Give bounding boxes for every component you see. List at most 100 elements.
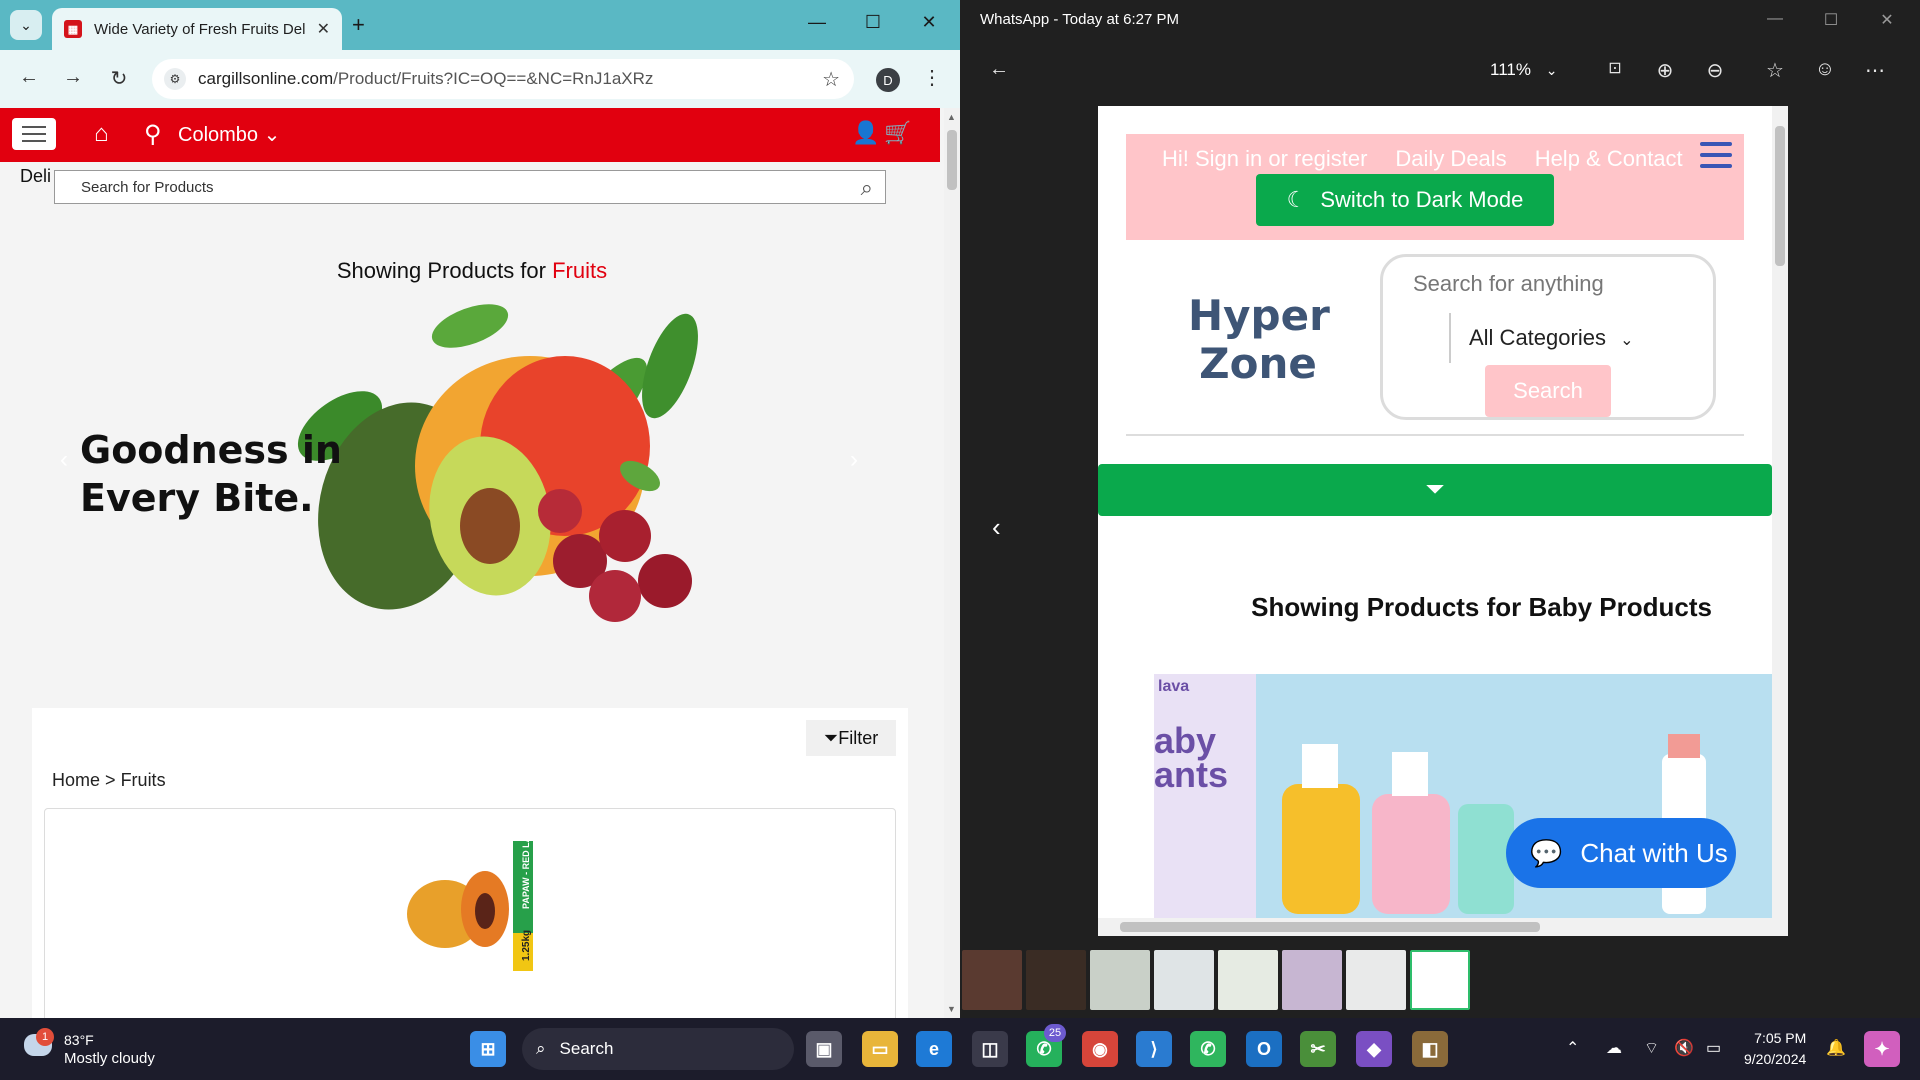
viewer-minimize-button[interactable]: — bbox=[1760, 10, 1790, 28]
hz-filter-bar[interactable]: ⏷ bbox=[1098, 464, 1772, 516]
viewer-maximize-button[interactable]: ☐ bbox=[1816, 10, 1846, 30]
zoom-level-dropdown[interactable]: 111% ⌄ bbox=[1490, 60, 1557, 80]
home-icon[interactable]: ⌂ bbox=[94, 120, 109, 148]
outlook-icon[interactable]: O bbox=[1246, 1031, 1282, 1067]
filter-button[interactable]: ⏷ Filter bbox=[806, 720, 896, 756]
product-search-input[interactable]: Search for Products ⌕ bbox=[54, 170, 886, 204]
maximize-button[interactable]: ☐ bbox=[858, 12, 888, 33]
profile-avatar[interactable]: D bbox=[876, 68, 900, 92]
hz-menu-icon[interactable] bbox=[1700, 142, 1732, 168]
wifi-icon[interactable]: ⌔ bbox=[1644, 1038, 1659, 1058]
file-explorer-icon[interactable]: ▭ bbox=[862, 1031, 898, 1067]
scroll-thumb[interactable] bbox=[947, 130, 957, 190]
close-tab-icon[interactable]: ✕ bbox=[317, 19, 330, 39]
zoom-out-icon[interactable]: ⊖ bbox=[1700, 58, 1730, 83]
chevron-down-icon: ⌄ bbox=[263, 124, 281, 146]
scroll-down-icon[interactable]: ▼ bbox=[947, 1004, 956, 1014]
chevron-down-icon: ⌄ bbox=[1545, 62, 1558, 78]
viewer-titlebar: WhatsApp - Today at 6:27 PM — ☐ ✕ bbox=[960, 0, 1920, 40]
filmstrip-thumb[interactable] bbox=[1346, 950, 1406, 1010]
location-pin-icon[interactable]: ⚲ bbox=[144, 120, 162, 149]
favorite-star-icon[interactable]: ☆ bbox=[1760, 58, 1790, 83]
address-bar[interactable]: ⚙ cargillsonline.com/Product/Fruits?IC=O… bbox=[152, 59, 854, 99]
tray-overflow-icon[interactable]: ⌃ bbox=[1566, 1038, 1579, 1058]
chrome-icon[interactable]: ◉ bbox=[1082, 1031, 1118, 1067]
hz-category-select[interactable]: All Categories ⌄ bbox=[1469, 325, 1633, 351]
menu-button[interactable] bbox=[12, 118, 56, 150]
back-button[interactable]: ← bbox=[14, 66, 44, 89]
city-selector[interactable]: Colombo ⌄ bbox=[178, 122, 280, 147]
filmstrip-thumb[interactable] bbox=[1218, 950, 1278, 1010]
filmstrip-thumb-active[interactable] bbox=[1410, 950, 1470, 1010]
viewer-back-icon[interactable]: ← bbox=[984, 58, 1014, 81]
weather-temp: 83°F bbox=[64, 1032, 94, 1048]
snipping-tool-icon[interactable]: ✂ bbox=[1300, 1031, 1336, 1067]
hz-search-button[interactable]: Search bbox=[1485, 365, 1611, 417]
carousel-prev-icon[interactable]: ‹ bbox=[60, 446, 68, 474]
user-icon[interactable]: 👤 bbox=[852, 120, 879, 146]
reload-button[interactable]: ↻ bbox=[104, 66, 134, 91]
city-name: Colombo bbox=[178, 124, 259, 146]
brand-line-2: Zone bbox=[1199, 339, 1317, 388]
actual-size-icon[interactable]: ⊡ bbox=[1600, 58, 1630, 78]
scroll-up-icon[interactable]: ▲ bbox=[947, 112, 956, 122]
viewer-close-button[interactable]: ✕ bbox=[1872, 10, 1902, 30]
battery-icon[interactable]: ▭ bbox=[1706, 1038, 1721, 1058]
filmstrip-thumb[interactable] bbox=[1090, 950, 1150, 1010]
carousel-next-icon[interactable]: › bbox=[850, 446, 858, 474]
chrome-menu-icon[interactable]: ⋮ bbox=[922, 65, 942, 90]
cart-icon[interactable]: 🛒 bbox=[884, 120, 911, 146]
page-scrollbar[interactable]: ▲ ▼ bbox=[944, 108, 960, 1018]
tab-search-button[interactable]: ⌄ bbox=[10, 10, 42, 40]
site-info-icon[interactable]: ⚙ bbox=[164, 68, 186, 90]
taskbar-search[interactable]: ⌕ Search bbox=[522, 1028, 794, 1070]
dark-mode-button[interactable]: ☾ Switch to Dark Mode bbox=[1256, 174, 1554, 226]
hz-help-link[interactable]: Help & Contact bbox=[1535, 146, 1683, 172]
tab-strip: ⌄ ▦ Wide Variety of Fresh Fruits Del ✕ +… bbox=[0, 0, 960, 50]
image-hscroll-thumb[interactable] bbox=[1120, 922, 1540, 932]
notification-bell-icon[interactable]: 🔔 bbox=[1826, 1038, 1846, 1058]
hz-search-input[interactable]: Search for anything bbox=[1413, 271, 1604, 297]
whatsapp-web-icon[interactable]: ✆ bbox=[1190, 1031, 1226, 1067]
more-options-icon[interactable]: ⋯ bbox=[1860, 58, 1890, 83]
active-tab[interactable]: ▦ Wide Variety of Fresh Fruits Del ✕ bbox=[52, 8, 342, 50]
copilot-icon[interactable]: ✦ bbox=[1864, 1031, 1900, 1067]
smiley-icon[interactable]: ☺ bbox=[1810, 58, 1840, 81]
bookmark-star-icon[interactable]: ☆ bbox=[822, 67, 840, 92]
app-icon[interactable]: ◧ bbox=[1412, 1031, 1448, 1067]
previous-image-icon[interactable]: ‹ bbox=[992, 512, 1001, 543]
start-windows-icon[interactable]: ⊞ bbox=[470, 1031, 506, 1067]
product-weight-tag: 1.25kg bbox=[521, 929, 532, 961]
product-listing-card: ⏷ Filter Home > Fruits PAPAW - RED LADY 1… bbox=[32, 708, 908, 1018]
onedrive-icon[interactable]: ☁ bbox=[1606, 1038, 1622, 1058]
vscode-icon[interactable]: ⟩ bbox=[1136, 1031, 1172, 1067]
hz-daily-deals-link[interactable]: Daily Deals bbox=[1395, 146, 1506, 172]
filmstrip-thumb[interactable] bbox=[962, 950, 1022, 1010]
breadcrumb-home[interactable]: Home bbox=[52, 770, 100, 790]
store-icon[interactable]: ◫ bbox=[972, 1031, 1008, 1067]
image-vscrollbar[interactable] bbox=[1772, 106, 1788, 918]
system-clock[interactable]: 7:05 PM 9/20/2024 bbox=[1744, 1028, 1806, 1070]
divider bbox=[1126, 434, 1744, 436]
search-icon[interactable]: ⌕ bbox=[861, 175, 873, 201]
chat-with-us-button[interactable]: 💬 Chat with Us bbox=[1506, 818, 1736, 888]
minimize-button[interactable]: — bbox=[802, 12, 832, 33]
zoom-in-icon[interactable]: ⊕ bbox=[1650, 58, 1680, 83]
task-view-icon[interactable]: ▣ bbox=[806, 1031, 842, 1067]
close-window-button[interactable]: ✕ bbox=[914, 12, 944, 33]
hz-signin-link[interactable]: Hi! Sign in or register bbox=[1162, 146, 1367, 172]
filmstrip-thumb[interactable] bbox=[1282, 950, 1342, 1010]
image-vscroll-thumb[interactable] bbox=[1775, 126, 1785, 266]
image-hscrollbar[interactable] bbox=[1098, 918, 1788, 936]
filmstrip-thumb[interactable] bbox=[1026, 950, 1086, 1010]
forward-button[interactable]: → bbox=[58, 66, 88, 89]
volume-muted-icon[interactable]: 🔇 bbox=[1674, 1038, 1694, 1058]
breadcrumb-current[interactable]: Fruits bbox=[121, 770, 166, 790]
filmstrip-thumb[interactable] bbox=[1154, 950, 1214, 1010]
weather-widget[interactable]: 1 83°F Mostly cloudy bbox=[20, 1028, 180, 1072]
visual-studio-icon[interactable]: ◆ bbox=[1356, 1031, 1392, 1067]
new-tab-button[interactable]: + bbox=[352, 12, 365, 38]
product-card[interactable]: PAPAW - RED LADY 1.25kg bbox=[44, 808, 896, 1018]
moon-icon: ☾ bbox=[1286, 187, 1307, 212]
edge-icon[interactable]: e bbox=[916, 1031, 952, 1067]
